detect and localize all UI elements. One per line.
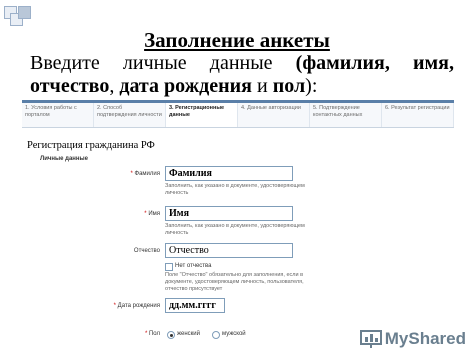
section-title: Личные данные <box>40 156 88 162</box>
body-bold-patronymic: отчество <box>30 75 110 97</box>
required-mark: * <box>144 331 148 337</box>
body-line-1: Введите личные данные (фамилия, имя, <box>30 52 454 75</box>
gender-label: * Пол <box>80 331 160 337</box>
body-word-bold: (фамилия, <box>295 52 390 74</box>
gender-female-label: женский <box>177 331 200 337</box>
birthdate-input[interactable] <box>165 298 225 313</box>
presentation-icon <box>359 330 382 348</box>
firstname-label-text: Имя <box>148 211 160 217</box>
required-mark: * <box>130 171 133 177</box>
patronymic-input[interactable] <box>165 243 293 258</box>
form-title: Регистрация гражданина РФ <box>27 140 155 151</box>
step-1[interactable]: 1. Условия работы с порталом <box>22 103 94 127</box>
body-bold-birthdate: дата рождения <box>119 75 252 97</box>
body-word: личные <box>122 52 187 74</box>
gender-male-label: мужской <box>222 331 246 337</box>
gender-radio-male[interactable] <box>212 331 220 339</box>
gender-radio-female[interactable] <box>167 331 175 339</box>
firstname-label: * Имя <box>80 211 160 217</box>
birthdate-label: * Дата рождения <box>80 303 160 309</box>
birthdate-label-text: Дата рождения <box>117 303 160 309</box>
slide-title: Заполнение анкеты <box>144 28 330 52</box>
lastname-hint: Заполнить, как указано в документе, удос… <box>165 183 305 196</box>
body-sep: , <box>109 75 120 97</box>
step-5[interactable]: 5. Подтверждение контактных данных <box>310 103 382 127</box>
firstname-input[interactable] <box>165 206 293 221</box>
no-patronymic-label: Нет отчества <box>175 263 212 269</box>
firstname-hint: Заполнить, как указано в документе, удос… <box>165 223 305 236</box>
lastname-input[interactable] <box>165 166 293 181</box>
body-word: Введите <box>30 52 100 74</box>
step-2[interactable]: 2. Способ подтверждения личности <box>94 103 166 127</box>
no-patronymic-checkbox[interactable] <box>165 263 173 271</box>
registration-steps: 1. Условия работы с порталом 2. Способ п… <box>22 103 454 128</box>
required-mark: * <box>113 303 116 309</box>
step-3[interactable]: 3. Регистрационные данные <box>166 103 238 127</box>
body-sep: и <box>251 75 273 97</box>
body-word: данные <box>209 52 273 74</box>
myshared-logo: MyShared <box>359 329 466 349</box>
lastname-label-text: Фамилия <box>134 171 160 177</box>
body-line-2: отчество, дата рождения и пол): <box>30 75 454 98</box>
step-6[interactable]: 6. Результат регистрации <box>382 103 454 127</box>
logo-text: MyShared <box>384 329 466 348</box>
slide-body: Введите личные данные (фамилия, имя, отч… <box>30 52 454 98</box>
body-word-bold: имя, <box>412 52 454 74</box>
step-4[interactable]: 4. Данные авторизации <box>238 103 310 127</box>
deco-square <box>18 6 31 19</box>
patronymic-label: Отчество <box>133 248 160 254</box>
patronymic-hint: Поле "Отчество" обязательно для заполнен… <box>165 272 304 292</box>
body-end: ): <box>305 75 318 97</box>
required-mark: * <box>144 211 147 217</box>
gender-label-text: Пол <box>148 331 160 337</box>
body-bold-gender: пол <box>272 75 306 97</box>
registration-screenshot: 1. Условия работы с порталом 2. Способ п… <box>22 100 454 358</box>
lastname-label: * Фамилия <box>80 171 161 177</box>
